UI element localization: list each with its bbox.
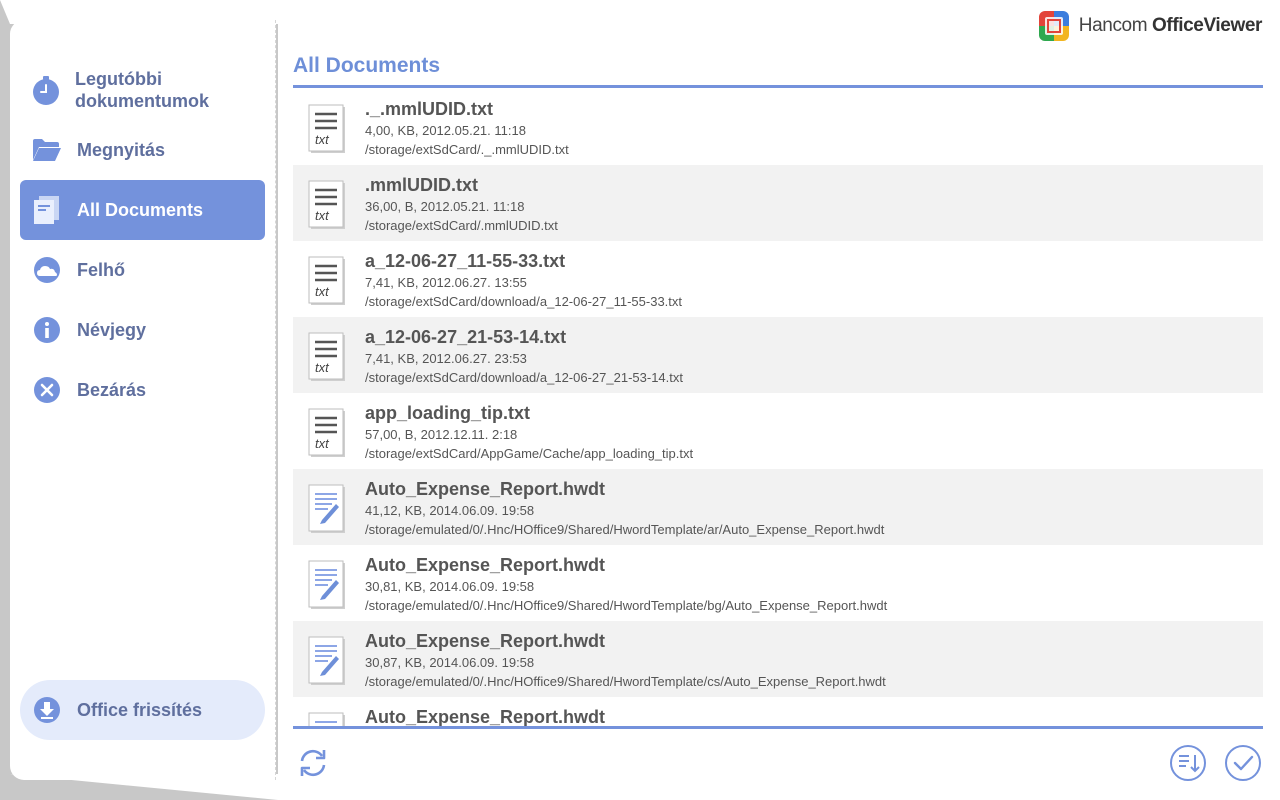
svg-text:txt: txt (315, 360, 330, 375)
file-name: a_12-06-27_21-53-14.txt (365, 327, 567, 347)
sidebar-item-close[interactable]: Bezárás (20, 360, 265, 420)
txt-file-icon: txt (308, 256, 346, 306)
file-name: Auto_Expense_Report.hwdt (365, 707, 606, 726)
download-icon (32, 695, 62, 725)
file-info: app_loading_tip.txt 57,00, B, 2012.12.11.… (365, 402, 693, 463)
file-info: Auto_Expense_Report.hwdt 30,87, KB, 2014.… (365, 630, 886, 691)
txt-file-icon: txt (308, 408, 346, 458)
file-info: Auto_Expense_Report.hwdt 30,81, KB, 2014.… (365, 554, 887, 615)
cloud-icon (32, 255, 62, 285)
file-info: a_12-06-27_11-55-33.txt 7,41, KB, 2012.06… (365, 250, 682, 311)
file-info: a_12-06-27_21-53-14.txt 7,41, KB, 2012.06… (365, 326, 683, 387)
file-path: /storage/emulated/0/.Hnc/HOffice9/Shared… (365, 674, 886, 689)
file-row[interactable]: txt a_12-06-27_11-55-33.txt 7,41, KB, 201… (293, 241, 1263, 317)
file-meta: 41,12, KB, 2014.06.09. 19:58 (365, 503, 535, 518)
file-row[interactable]: txt ._.mmlUDID.txt 4,00, KB, 2012.05.21. … (293, 89, 1263, 165)
check-circle-icon (1224, 744, 1262, 787)
file-name: a_12-06-27_11-55-33.txt (365, 251, 566, 271)
title-rule (293, 85, 1263, 88)
file-meta: 4,00, KB, 2012.05.21. 11:18 (365, 123, 526, 138)
hancom-logo-icon (1038, 11, 1069, 41)
sidebar-item-open[interactable]: Megnyitás (20, 120, 265, 180)
clock-icon (32, 75, 60, 105)
file-name: Auto_Expense_Report.hwdt (365, 555, 606, 575)
office-update-button[interactable]: Office frissítés (20, 680, 265, 740)
file-meta: 7,41, KB, 2012.06.27. 23:53 (365, 351, 527, 366)
file-path: /storage/extSdCard/._.mmlUDID.txt (365, 142, 569, 157)
svg-text:txt: txt (315, 436, 330, 451)
file-row[interactable]: Auto_Expense_Report.hwdt (293, 697, 1263, 726)
txt-file-icon: txt (308, 332, 346, 382)
file-path: /storage/extSdCard/download/a_12-06-27_1… (365, 294, 683, 309)
file-path: /storage/emulated/0/.Hnc/HOffice9/Shared… (365, 598, 888, 613)
sidebar-item-cloud[interactable]: Felhő (20, 240, 265, 300)
hwdt-file-icon (308, 560, 346, 610)
sort-button[interactable] (1169, 744, 1207, 787)
file-meta: 30,81, KB, 2014.06.09. 19:58 (365, 579, 535, 594)
file-row[interactable]: Auto_Expense_Report.hwdt 41,12, KB, 2014.… (293, 469, 1263, 545)
brand: Hancom OfficeViewer (1038, 10, 1263, 42)
sidebar-item-label: Névjegy (77, 320, 147, 340)
svg-text:txt: txt (315, 132, 330, 147)
file-row[interactable]: txt .mmlUDID.txt 36,00, B, 2012.05.21. 11… (293, 165, 1263, 241)
file-info: Auto_Expense_Report.hwdt (365, 706, 605, 726)
sort-icon (1169, 744, 1207, 787)
file-name: .mmlUDID.txt (365, 175, 479, 195)
list-bottom-rule (293, 726, 1263, 729)
file-list[interactable]: txt ._.mmlUDID.txt 4,00, KB, 2012.05.21. … (293, 89, 1263, 726)
file-name: Auto_Expense_Report.hwdt (365, 479, 606, 499)
hwdt-file-icon (308, 484, 346, 534)
sidebar-item-all-documents[interactable]: All Documents (20, 180, 265, 240)
sidebar-item-label: All Documents (77, 200, 204, 220)
hwdt-file-icon (308, 712, 346, 726)
file-path: /storage/emulated/0/.Hnc/HOffice9/Shared… (365, 522, 885, 537)
file-path: /storage/extSdCard/download/a_12-06-27_2… (365, 370, 683, 385)
file-path: /storage/extSdCard/AppGame/Cache/app_loa… (365, 446, 694, 461)
select-button[interactable] (1224, 744, 1262, 787)
svg-text:txt: txt (315, 208, 330, 223)
office-update-label: Office frissítés (77, 699, 203, 720)
file-info: ._.mmlUDID.txt 4,00, KB, 2012.05.21. 11:1… (365, 98, 569, 159)
file-path: /storage/extSdCard/.mmlUDID.txt (365, 218, 558, 233)
sidebar-divider (275, 20, 276, 780)
file-row[interactable]: txt app_loading_tip.txt 57,00, B, 2012.12… (293, 393, 1263, 469)
sidebar-item-about[interactable]: Névjegy (20, 300, 265, 360)
file-row[interactable]: Auto_Expense_Report.hwdt 30,87, KB, 2014.… (293, 621, 1263, 697)
page-title: All Documents (293, 54, 441, 77)
file-meta: 7,41, KB, 2012.06.27. 13:55 (365, 275, 527, 290)
sidebar-item-label: Bezárás (77, 380, 147, 400)
refresh-icon (295, 745, 331, 786)
file-name: app_loading_tip.txt (365, 403, 531, 423)
folder-open-icon (32, 135, 62, 165)
file-meta: 36,00, B, 2012.05.21. 11:18 (365, 199, 525, 214)
info-icon (32, 315, 62, 345)
refresh-button[interactable] (294, 746, 332, 784)
file-info: .mmlUDID.txt 36,00, B, 2012.05.21. 11:18 /… (365, 174, 558, 235)
svg-text:txt: txt (315, 284, 330, 299)
txt-file-icon: txt (308, 180, 346, 230)
file-name: ._.mmlUDID.txt (365, 99, 494, 119)
brand-name: Hancom OfficeViewer (1078, 15, 1263, 36)
file-meta: 30,87, KB, 2014.06.09. 19:58 (365, 655, 535, 670)
file-meta: 57,00, B, 2012.12.11. 2:18 (365, 427, 518, 442)
file-name: Auto_Expense_Report.hwdt (365, 631, 606, 651)
txt-file-icon: txt (308, 104, 346, 154)
file-info: Auto_Expense_Report.hwdt 41,12, KB, 2014.… (365, 478, 884, 539)
sidebar-item-label: Felhő (77, 260, 125, 280)
sidebar-item-recent[interactable]: Legutóbbi dokumentumok (20, 60, 265, 120)
documents-icon (32, 195, 62, 225)
sidebar-item-label: Legutóbbi dokumentumok (75, 69, 210, 111)
sidebar-menu: Legutóbbi dokumentumok Megnyitás All Doc… (20, 60, 265, 420)
file-row[interactable]: txt a_12-06-27_21-53-14.txt 7,41, KB, 201… (293, 317, 1263, 393)
close-circle-icon (32, 375, 62, 405)
sidebar-item-label: Megnyitás (77, 140, 166, 160)
file-row[interactable]: Auto_Expense_Report.hwdt 30,81, KB, 2014.… (293, 545, 1263, 621)
hwdt-file-icon (308, 636, 346, 686)
